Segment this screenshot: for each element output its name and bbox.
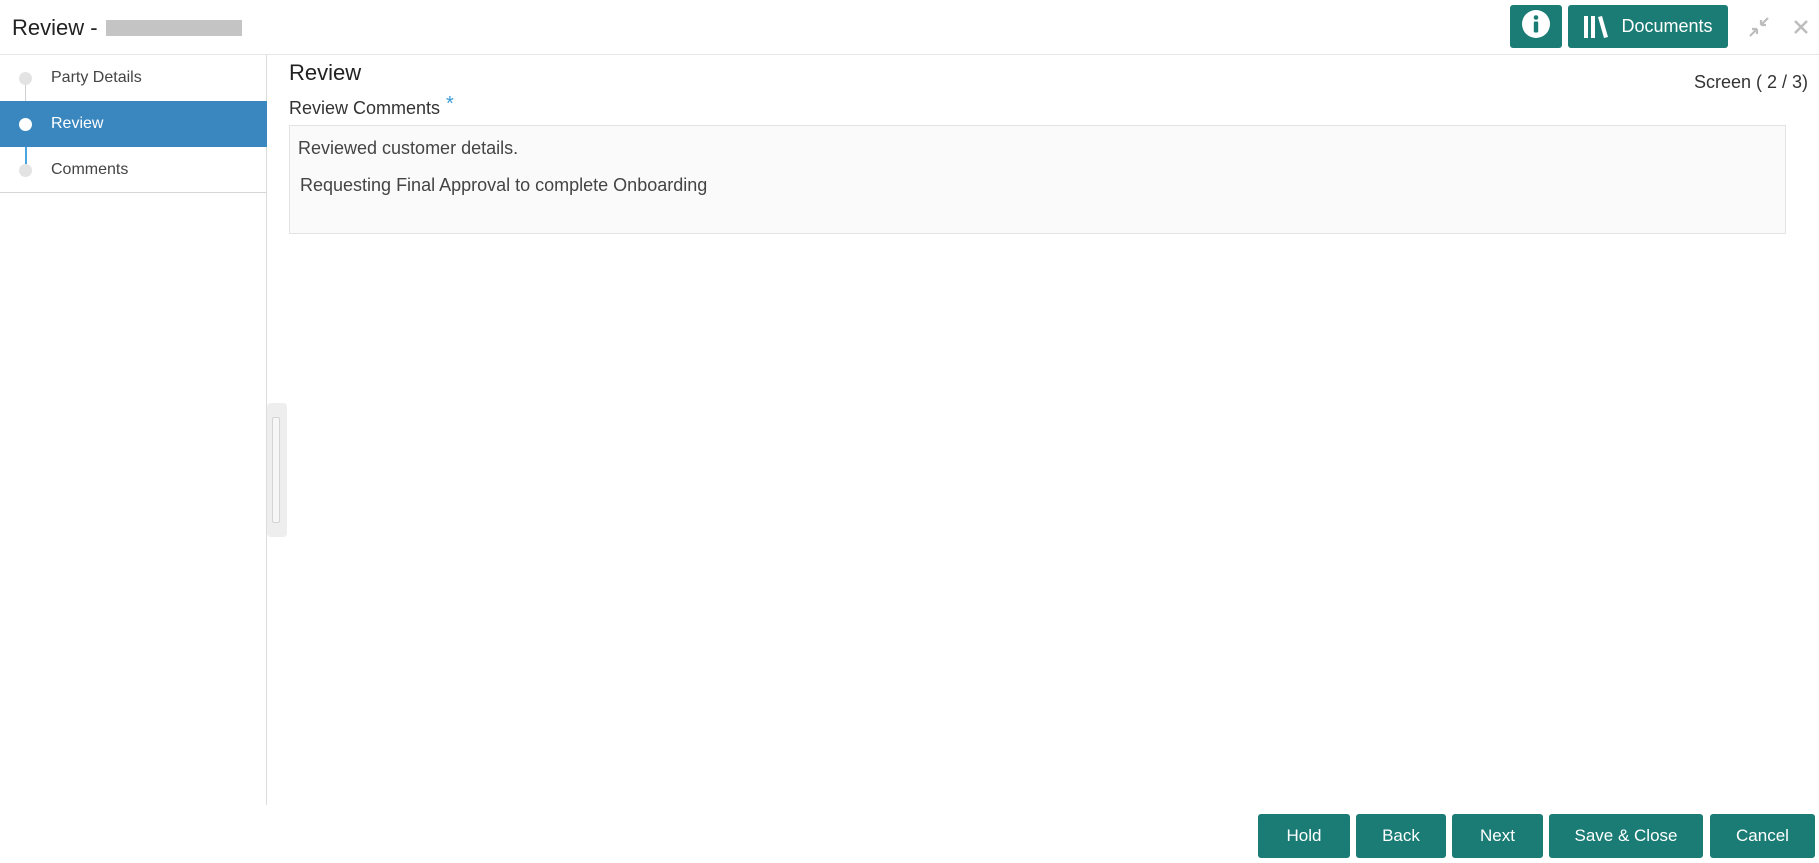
title-wrap: Review - (12, 14, 242, 42)
library-icon (1583, 15, 1609, 39)
step-dot (19, 163, 32, 177)
sidebar-item-label: Comments (51, 161, 129, 178)
grip-icon (272, 417, 280, 523)
window-header: Review - Documents (0, 0, 1819, 55)
sidebar-item-label: Party Details (51, 69, 142, 86)
cancel-button[interactable]: Cancel (1710, 814, 1815, 858)
minimize-icon[interactable] (1746, 14, 1772, 40)
info-button[interactable] (1510, 5, 1562, 48)
comments-line-1: Reviewed customer details. (298, 138, 519, 158)
redacted-customer-name (105, 20, 242, 36)
save-close-button[interactable]: Save & Close (1549, 814, 1703, 858)
screen-counter: Screen ( 2 / 3) (1693, 72, 1808, 92)
close-icon[interactable] (1788, 14, 1814, 40)
step-dot (19, 71, 32, 85)
required-indicator: * (446, 93, 454, 115)
field-label-text: Review Comments (289, 98, 441, 118)
info-icon (1521, 9, 1551, 44)
sidebar-divider (0, 192, 267, 193)
sidebar-item-party-details[interactable]: Party Details (0, 55, 267, 101)
page-title: Review (289, 60, 362, 85)
comments-line-2: Requesting Final Approval to complete On… (300, 175, 708, 195)
window-title: Review - (12, 15, 98, 40)
sidebar-item-review[interactable]: Review (0, 101, 267, 147)
sidebar-collapse-handle[interactable] (267, 403, 287, 537)
documents-button[interactable]: Documents (1568, 5, 1728, 48)
step-dot (19, 117, 32, 131)
review-comments-textarea[interactable]: Reviewed customer details. Requesting Fi… (289, 125, 1786, 234)
hold-button[interactable]: Hold (1258, 814, 1350, 858)
main-content: Review Screen ( 2 / 3) Review Comments * … (289, 55, 1819, 805)
documents-label: Documents (1621, 16, 1713, 36)
step-navigation: Party Details Review Comments (0, 55, 267, 805)
back-button[interactable]: Back (1356, 814, 1446, 858)
sidebar-item-label: Review (51, 115, 104, 132)
next-button[interactable]: Next (1452, 814, 1543, 858)
review-comments-label: Review Comments * (289, 93, 454, 120)
sidebar-item-comments[interactable]: Comments (0, 147, 267, 193)
